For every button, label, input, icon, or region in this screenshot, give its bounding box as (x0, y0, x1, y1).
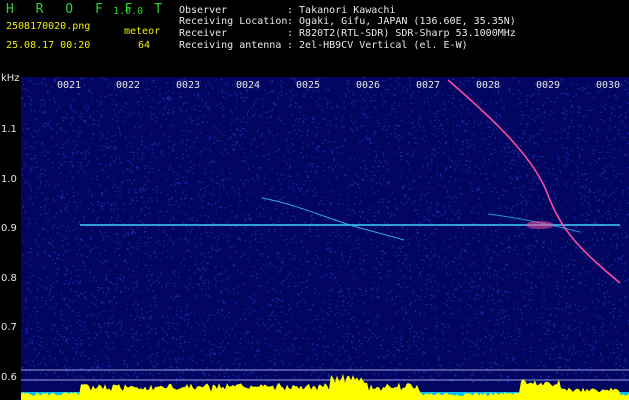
y-tick-label: 0.8 (1, 273, 17, 284)
x-tick-label: 0030 (596, 80, 621, 91)
y-tick-label: 0.7 (1, 322, 17, 333)
x-tick-label: 0024 (236, 80, 261, 91)
x-tick-label: 0026 (356, 80, 381, 91)
y-axis-unit: kHz (1, 73, 20, 84)
y-tick-label: 0.9 (1, 223, 17, 234)
x-tick-label: 0029 (536, 80, 561, 91)
x-tick-label: 0023 (176, 80, 201, 91)
x-tick-label: 0025 (296, 80, 321, 91)
y-tick-label: 1.1 (1, 124, 17, 135)
x-tick-label: 0021 (57, 80, 82, 91)
meteor-echo-blob (526, 221, 554, 229)
y-tick-label: 0.6 (1, 372, 17, 383)
y-tick-label: 1.0 (1, 174, 17, 185)
x-tick-label: 0027 (416, 80, 441, 91)
spectrogram (21, 77, 629, 400)
x-tick-label: 0028 (476, 80, 501, 91)
x-tick-label: 0022 (116, 80, 141, 91)
